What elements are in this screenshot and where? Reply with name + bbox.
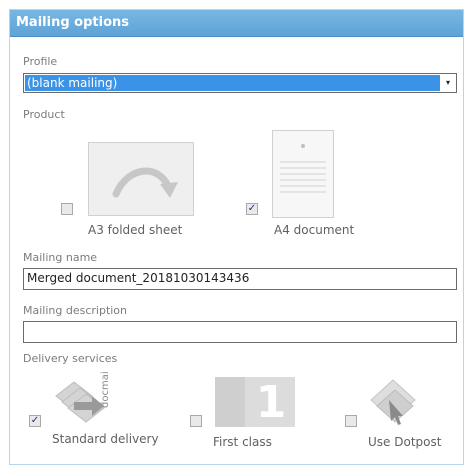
docmail-icon-text: docmail	[100, 372, 111, 408]
first-class-icon[interactable]: 1	[215, 377, 295, 431]
mailing-options-panel: Mailing options Profile (blank mailing) …	[9, 9, 464, 465]
profile-label: Profile	[23, 55, 58, 68]
product-a4-checkbox[interactable]: ✓	[246, 203, 258, 215]
mailing-description-input[interactable]	[23, 321, 457, 343]
profile-select[interactable]: (blank mailing) ▾	[23, 73, 457, 93]
chevron-down-icon[interactable]: ▾	[440, 74, 456, 92]
docmail-icon[interactable]: docmail	[52, 369, 124, 434]
first-class-label: First class	[213, 435, 272, 449]
standard-delivery-checkbox[interactable]: ✓	[29, 415, 41, 427]
mailing-name-input[interactable]: Merged document_20181030143436	[23, 268, 457, 290]
a4-document-icon[interactable]	[272, 130, 334, 222]
product-a3-checkbox[interactable]	[61, 203, 73, 215]
product-label: Product	[23, 108, 65, 121]
panel-title-bar: Mailing options	[10, 10, 463, 37]
dotpost-icon[interactable]	[365, 376, 421, 434]
standard-delivery-label: Standard delivery	[52, 432, 159, 446]
a3-folded-sheet-icon[interactable]	[88, 142, 194, 220]
first-class-icon-text: 1	[256, 377, 287, 427]
use-dotpost-label: Use Dotpost	[368, 435, 442, 449]
product-a3-label: A3 folded sheet	[88, 223, 183, 237]
mailing-name-label: Mailing name	[23, 251, 98, 264]
use-dotpost-checkbox[interactable]	[345, 415, 357, 427]
mailing-description-label: Mailing description	[23, 304, 128, 317]
first-class-checkbox[interactable]	[190, 415, 202, 427]
panel-title: Mailing options	[16, 15, 129, 30]
delivery-services-label: Delivery services	[23, 352, 118, 365]
profile-selected-value: (blank mailing)	[25, 75, 440, 91]
product-a4-label: A4 document	[274, 223, 355, 237]
